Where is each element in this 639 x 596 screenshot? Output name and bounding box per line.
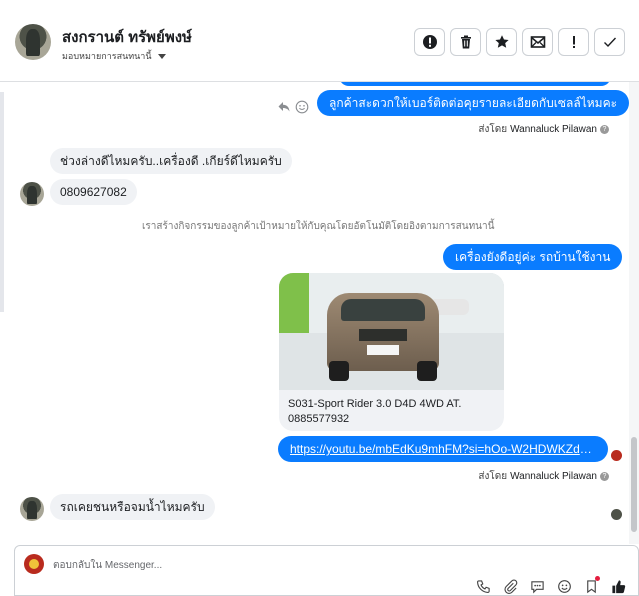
contact-name[interactable]: สงกรานต์ ทรัพย์พงษ์ bbox=[62, 25, 192, 49]
seen-avatar bbox=[611, 509, 622, 520]
product-title: S031-Sport Rider 3.0 D4D 4WD AT. bbox=[288, 398, 462, 410]
saved-reply-icon bbox=[530, 580, 544, 593]
like-button[interactable] bbox=[608, 577, 628, 595]
mail-icon bbox=[530, 36, 545, 48]
sent-by-label: ส่งโดย Wannaluck Pilawan ? bbox=[478, 469, 609, 484]
seen-avatar bbox=[611, 450, 622, 461]
check-icon bbox=[603, 37, 616, 48]
star-button[interactable] bbox=[486, 28, 517, 56]
mark-done-button[interactable] bbox=[594, 28, 625, 56]
product-caption: S031-Sport Rider 3.0 D4D 4WD AT. 0885577… bbox=[288, 397, 461, 427]
page-avatar bbox=[24, 554, 44, 574]
alert-icon bbox=[422, 35, 437, 49]
product-phone: 0885577932 bbox=[288, 413, 350, 425]
system-notice: เราสร้างกิจกรรมของลูกค้าเป้าหมายให้กับคุ… bbox=[142, 221, 495, 232]
sender-avatar[interactable] bbox=[20, 497, 44, 521]
message-bubble-incoming[interactable]: ช่วงล่างดีไหมครับ..เครื่องดี .เกียร์ดีไห… bbox=[50, 148, 292, 174]
message-bubble-outgoing[interactable]: ลูกค้าสะดวกให้เบอร์ติดต่อคุยรายละเอียดกั… bbox=[317, 90, 630, 116]
sent-by-name: Wannaluck Pilawan bbox=[510, 471, 597, 482]
contact-avatar[interactable] bbox=[15, 24, 51, 60]
call-icon bbox=[476, 579, 490, 593]
message-bubble-outgoing-clipped[interactable] bbox=[339, 82, 611, 86]
composer-toolbar bbox=[473, 575, 628, 595]
attachment-icon bbox=[503, 578, 517, 594]
message-bubble-outgoing[interactable]: เครื่องยังดีอยู่ค่ะ รถบ้านใช้งาน bbox=[443, 244, 623, 270]
star-icon bbox=[494, 35, 509, 48]
emoji-button[interactable] bbox=[554, 577, 574, 595]
help-icon[interactable]: ? bbox=[600, 125, 609, 134]
saved-reply-button[interactable] bbox=[527, 577, 547, 595]
assign-conversation-dropdown[interactable]: มอบหมายการสนทนานี้ bbox=[62, 49, 166, 63]
sender-avatar[interactable] bbox=[20, 182, 44, 206]
message-bubble-incoming[interactable]: 0809627082 bbox=[50, 179, 137, 205]
reply-input[interactable]: ตอบกลับใน Messenger... bbox=[53, 558, 162, 573]
exclamation-icon bbox=[572, 36, 575, 48]
bookmark-button[interactable] bbox=[581, 576, 601, 595]
reply-icon[interactable] bbox=[277, 100, 291, 114]
attach-button[interactable] bbox=[500, 577, 520, 595]
left-scrollbar bbox=[0, 92, 4, 312]
scrollbar-thumb[interactable] bbox=[631, 437, 637, 532]
follow-up-button[interactable] bbox=[558, 28, 589, 56]
sent-by-prefix: ส่งโดย bbox=[478, 124, 508, 135]
sent-by-label: ส่งโดย Wannaluck Pilawan ? bbox=[478, 122, 609, 137]
trash-icon bbox=[460, 35, 471, 49]
help-icon[interactable]: ? bbox=[600, 472, 609, 481]
notification-dot bbox=[595, 576, 600, 581]
delete-button[interactable] bbox=[450, 28, 481, 56]
call-button[interactable] bbox=[473, 577, 493, 595]
emoji-icon bbox=[557, 579, 571, 593]
assign-label: มอบหมายการสนทนานี้ bbox=[62, 51, 152, 61]
react-emoji-icon[interactable] bbox=[295, 100, 309, 114]
message-link-bubble[interactable]: https://youtu.be/mbEdKu9mhFM?si=hOo-W2HD… bbox=[278, 436, 608, 462]
message-thread[interactable]: ลูกค้าสะดวกให้เบอร์ติดต่อคุยรายละเอียดกั… bbox=[0, 82, 639, 544]
sent-by-prefix: ส่งโดย bbox=[478, 471, 508, 482]
chevron-down-icon bbox=[157, 53, 166, 59]
sent-by-name: Wannaluck Pilawan bbox=[510, 124, 597, 135]
product-card[interactable]: S031-Sport Rider 3.0 D4D 4WD AT. 0885577… bbox=[279, 273, 504, 431]
mark-spam-button[interactable] bbox=[414, 28, 445, 56]
product-image[interactable] bbox=[279, 273, 504, 390]
like-icon bbox=[611, 579, 625, 593]
header-actions bbox=[414, 28, 625, 56]
mark-unread-button[interactable] bbox=[522, 28, 553, 56]
reply-composer: ตอบกลับใน Messenger... bbox=[14, 545, 639, 596]
message-bubble-incoming[interactable]: รถเคยชนหรือจมน้ำไหมครับ bbox=[50, 494, 215, 520]
conversation-header: สงกรานต์ ทรัพย์พงษ์ มอบหมายการสนทนานี้ bbox=[0, 0, 639, 82]
